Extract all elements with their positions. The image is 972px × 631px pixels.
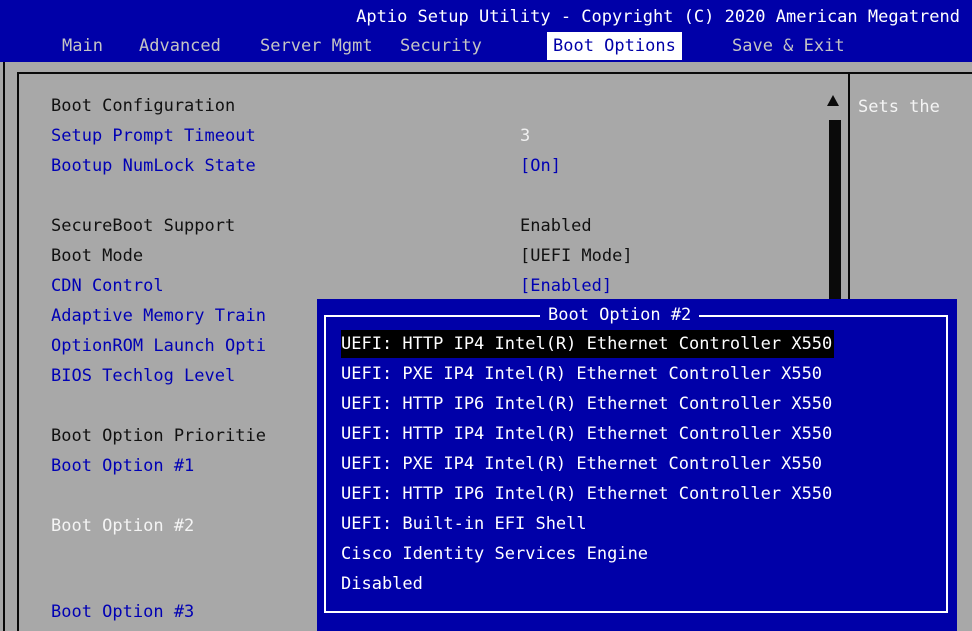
help-text: Sets the [858,97,940,117]
boot-option-1-label[interactable]: Boot Option #1 [51,451,194,481]
setup-prompt-timeout-label[interactable]: Setup Prompt Timeout [51,121,256,151]
tab-boot-options[interactable]: Boot Options [547,32,682,60]
popup-option-6[interactable]: UEFI: HTTP IP6 Intel(R) Ethernet Control… [341,480,832,508]
scroll-up-arrow-icon[interactable] [827,95,839,106]
secureboot-support-label: SecureBoot Support [51,216,236,236]
app-title: Aptio Setup Utility - Copyright (C) 2020… [356,7,960,27]
tab-advanced[interactable]: Advanced [139,32,221,60]
cdn-control-value[interactable]: [Enabled] [520,271,612,301]
boot-mode-label: Boot Mode [51,246,144,266]
section-boot-configuration: Boot Configuration [51,96,236,116]
tab-server-mgmt[interactable]: Server Mgmt [260,32,373,60]
popup-option-3[interactable]: UEFI: HTTP IP6 Intel(R) Ethernet Control… [341,390,832,418]
title-bar: Aptio Setup Utility - Copyright (C) 2020… [0,0,972,62]
frame-border [3,62,5,631]
frame-border [17,72,972,74]
adaptive-memory-training-label[interactable]: Adaptive Memory Train [51,301,266,331]
popup-option-4[interactable]: UEFI: HTTP IP4 Intel(R) Ethernet Control… [341,420,832,448]
bios-techlog-level-label[interactable]: BIOS Techlog Level [51,361,235,391]
bootup-numlock-state-label[interactable]: Bootup NumLock State [51,151,256,181]
setup-prompt-timeout-value[interactable]: 3 [520,121,530,151]
boot-mode-value: [UEFI Mode] [520,246,633,266]
cdn-control-label[interactable]: CDN Control [51,271,164,301]
tab-main[interactable]: Main [62,32,103,60]
popup-option-9[interactable]: Disabled [341,570,423,598]
tab-security[interactable]: Security [400,32,482,60]
popup-option-2[interactable]: UEFI: PXE IP4 Intel(R) Ethernet Controll… [341,360,822,388]
optionrom-launch-label[interactable]: OptionROM Launch Opti [51,331,266,361]
popup-option-8[interactable]: Cisco Identity Services Engine [341,540,648,568]
boot-option-2-label[interactable]: Boot Option #2 [51,511,194,541]
section-boot-option-priorities: Boot Option Prioritie [51,426,266,446]
bootup-numlock-state-value[interactable]: [On] [520,151,561,181]
popup-option-5[interactable]: UEFI: PXE IP4 Intel(R) Ethernet Controll… [341,450,822,478]
popup-option-1[interactable]: UEFI: HTTP IP4 Intel(R) Ethernet Control… [341,330,835,358]
tab-save-exit[interactable]: Save & Exit [732,32,845,60]
popup-option-7[interactable]: UEFI: Built-in EFI Shell [341,510,587,538]
boot-option-3-label[interactable]: Boot Option #3 [51,597,194,627]
secureboot-support-value: Enabled [520,216,592,236]
frame-border [17,72,19,631]
popup-title: Boot Option #2 [540,302,700,328]
